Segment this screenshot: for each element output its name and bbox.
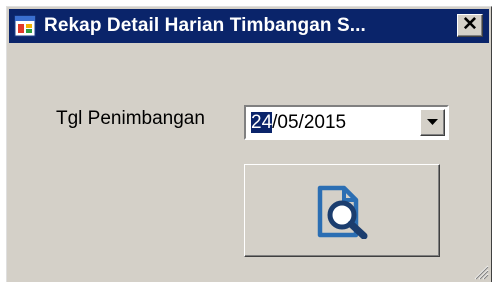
title-bar[interactable]: Rekap Detail Harian Timbangan S... ✕ [9,9,489,43]
chevron-down-icon [427,119,438,125]
resize-grip-icon[interactable] [473,264,489,280]
close-button[interactable]: ✕ [457,14,483,37]
date-day-selected[interactable]: 24 [251,112,273,133]
window-title: Rekap Detail Harian Timbangan S... [44,15,366,36]
date-month-year[interactable]: /05/2015 [272,112,346,133]
search-button[interactable] [244,164,440,257]
dialog-window: Rekap Detail Harian Timbangan S... ✕ Tgl… [6,6,492,282]
date-picker[interactable]: 24/05/2015 [244,105,449,140]
document-search-icon [317,185,368,239]
date-dropdown-button[interactable] [420,109,445,136]
app-icon [14,15,36,37]
date-value[interactable]: 24/05/2015 [251,112,346,134]
close-icon: ✕ [462,14,478,35]
date-label: Tgl Penimbangan [56,108,205,129]
